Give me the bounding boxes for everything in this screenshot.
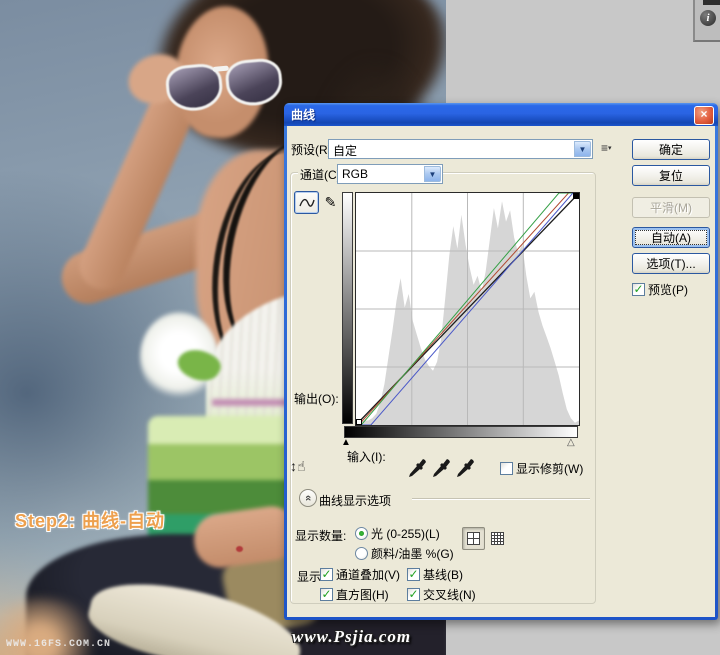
baseline-label: 基线(B)	[423, 568, 463, 582]
white-point-eyedropper-icon[interactable]	[454, 457, 476, 479]
detailed-grid-button[interactable]	[488, 529, 507, 548]
menu-arrow-icon: ▾	[608, 145, 612, 152]
panel-edge	[703, 0, 720, 5]
on-image-adjust-tool[interactable]: ↕☝	[290, 458, 316, 484]
reset-button[interactable]: 复位	[632, 165, 710, 186]
input-white-slider[interactable]: △	[567, 438, 575, 448]
partial-panel: i	[693, 0, 720, 42]
radio-pigment-label: 颜料/油墨 %(G)	[371, 547, 454, 561]
preset-value: 自定	[333, 144, 358, 158]
histogram-label: 直方图(H)	[336, 588, 389, 602]
watermark-16fs: WWW.16FS.COM.CN	[6, 639, 112, 650]
ok-button[interactable]: 确定	[632, 139, 710, 160]
checkbox-check-icon[interactable]: ✓	[320, 588, 333, 601]
photo-sunglasses	[162, 53, 286, 113]
simple-grid-button[interactable]	[462, 527, 485, 550]
channel-dropdown[interactable]: RGB ▼	[337, 164, 443, 184]
up-down-arrows-icon: ↕	[290, 458, 297, 474]
preset-dropdown[interactable]: 自定 ▼	[328, 139, 593, 159]
pointing-hand-icon: ☝	[297, 458, 306, 474]
watermark-psjia: www.Psjia.com	[292, 627, 412, 646]
curves-plot-frame[interactable]	[355, 192, 580, 426]
chevron-down-icon[interactable]: ▼	[574, 141, 591, 157]
curve-icon	[298, 198, 315, 207]
menu-lines-icon: ≡	[601, 141, 609, 155]
preview-checkbox[interactable]: ✓ 预览(P)	[632, 281, 688, 298]
photoshop-workspace: Step2: 曲线-自动 WWW.16FS.COM.CN www.Psjia.c…	[0, 0, 720, 655]
checkbox-check-icon[interactable]: ✓	[407, 588, 420, 601]
amount-label: 显示数量:	[295, 529, 347, 543]
info-icon[interactable]: i	[700, 10, 716, 26]
black-point-eyedropper-icon[interactable]	[406, 457, 428, 479]
grid-2x2-icon	[467, 532, 480, 545]
pencil-tool-button[interactable]: ✎	[318, 191, 343, 214]
photo-nail	[236, 546, 243, 552]
collapse-section-button[interactable]: «	[299, 489, 317, 507]
curve-endpoint[interactable]	[573, 193, 579, 199]
radio-pigment-ink[interactable]: 颜料/油墨 %(G)	[355, 545, 454, 562]
output-label: 输出(O):	[294, 392, 339, 406]
curve-endpoint[interactable]	[356, 419, 362, 425]
radio-light-label: 光 (0-255)(L)	[371, 527, 440, 541]
checkbox-check-icon[interactable]: ✓	[407, 568, 420, 581]
curves-plot[interactable]	[355, 192, 580, 426]
options-button[interactable]: 选项(T)...	[632, 253, 710, 274]
output-gradient-bar	[342, 192, 353, 424]
checkbox-empty[interactable]	[500, 462, 513, 475]
grid-4x4-icon	[491, 532, 504, 545]
step-caption: Step2: 曲线-自动	[15, 511, 166, 531]
input-gradient-bar	[344, 426, 578, 438]
close-icon[interactable]: ×	[694, 106, 714, 125]
section-divider	[412, 498, 590, 499]
preview-label: 预览(P)	[648, 283, 688, 297]
chevron-up-icon: «	[302, 494, 314, 502]
intersection-line-label: 交叉线(N)	[423, 588, 476, 602]
preset-menu-icon[interactable]: ≡▾	[601, 141, 619, 158]
channel-overlays-checkbox[interactable]: ✓ 通道叠加(V)	[320, 566, 400, 583]
sunglasses-right-lens	[224, 57, 284, 108]
gray-point-eyedropper-icon[interactable]	[430, 457, 452, 479]
curves-dialog: 曲线 × 预设(R): 自定 ▼ ≡▾ 确定 复位 平滑(M) 自动(A) 选项…	[284, 103, 718, 620]
radio-light[interactable]: 光 (0-255)(L)	[355, 525, 440, 542]
channel-overlays-label: 通道叠加(V)	[336, 568, 400, 582]
chevron-down-icon[interactable]: ▼	[424, 166, 441, 182]
curve-point-tool-button[interactable]	[294, 191, 319, 214]
smooth-button: 平滑(M)	[632, 197, 710, 218]
checkbox-check-icon[interactable]: ✓	[632, 283, 645, 296]
radio-dot[interactable]	[355, 527, 368, 540]
histogram-checkbox[interactable]: ✓ 直方图(H)	[320, 586, 389, 603]
dialog-title: 曲线	[291, 108, 316, 122]
pencil-icon: ✎	[324, 194, 337, 210]
intersection-line-checkbox[interactable]: ✓ 交叉线(N)	[407, 586, 476, 603]
radio-dot[interactable]	[355, 547, 368, 560]
show-clipping-label: 显示修剪(W)	[516, 462, 584, 476]
auto-button[interactable]: 自动(A)	[632, 227, 710, 248]
checkbox-check-icon[interactable]: ✓	[320, 568, 333, 581]
dialog-body: 预设(R): 自定 ▼ ≡▾ 确定 复位 平滑(M) 自动(A) 选项(T)..…	[287, 126, 715, 617]
dialog-titlebar[interactable]: 曲线 ×	[284, 103, 718, 126]
input-black-slider[interactable]: ▲	[341, 438, 351, 448]
show-clipping-checkbox[interactable]: 显示修剪(W)	[500, 460, 583, 477]
baseline-checkbox[interactable]: ✓ 基线(B)	[407, 566, 463, 583]
input-label: 输入(I):	[347, 450, 386, 464]
channel-value: RGB	[342, 167, 369, 181]
section-title: 曲线显示选项	[319, 494, 392, 508]
